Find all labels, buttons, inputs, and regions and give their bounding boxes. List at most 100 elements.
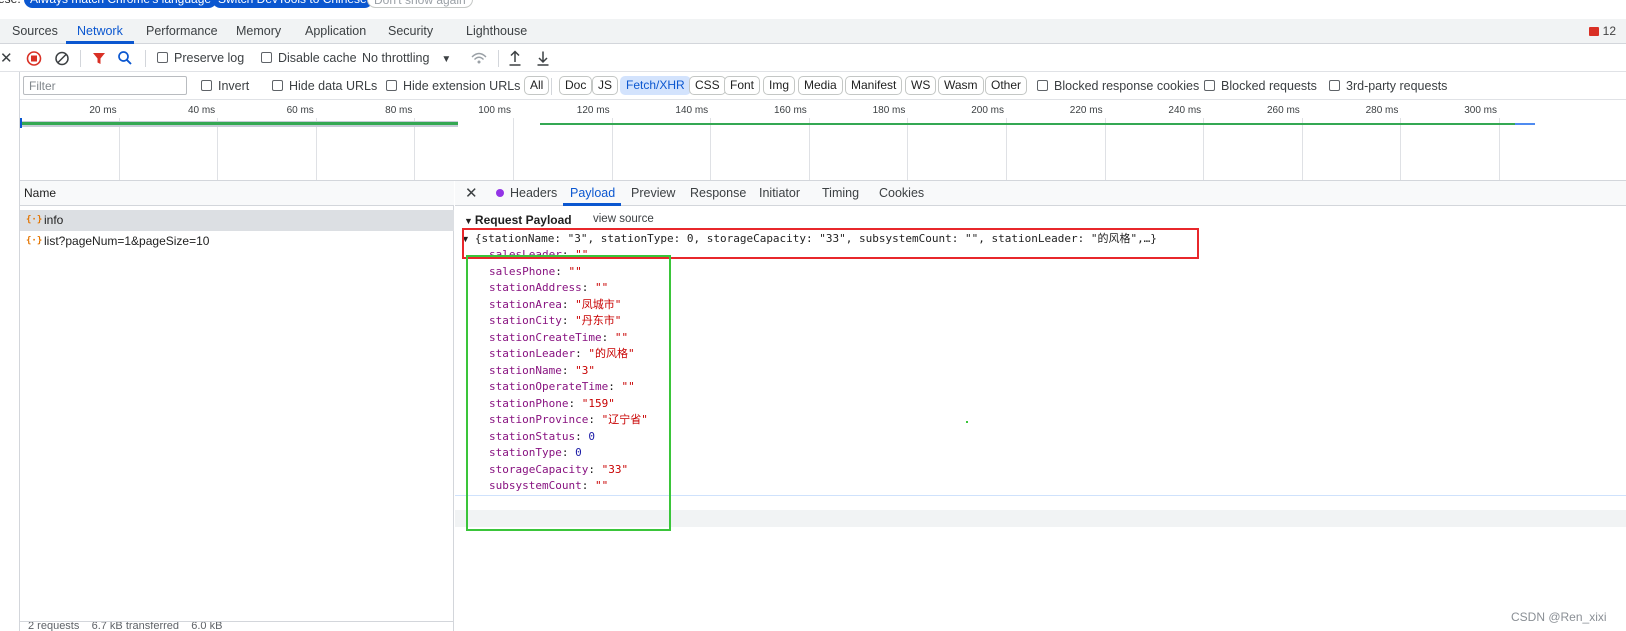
search-icon[interactable] <box>117 45 133 72</box>
timeline-gridline <box>1104 118 1106 180</box>
third-party-requests-label: 3rd-party requests <box>1346 79 1448 93</box>
tab-security[interactable]: Security <box>388 19 433 44</box>
timeline-gridline <box>315 118 317 180</box>
main-tab-strip: Sources Network Performance Memory Appli… <box>0 19 1626 44</box>
timeline-gridline <box>907 118 909 180</box>
name-column-header[interactable]: Name <box>20 181 454 206</box>
request-payload-title[interactable]: ▼ Request Payload <box>464 213 572 227</box>
hide-extension-urls-checkbox[interactable]: Hide extension URLs <box>386 72 520 100</box>
blocked-response-cookies-checkbox[interactable]: Blocked response cookies <box>1037 72 1199 100</box>
timeline-start-marker <box>20 118 22 128</box>
timeline-tick-label: 60 ms <box>286 105 314 116</box>
tab-response[interactable]: Response <box>690 181 746 206</box>
banner-prefix: ese: <box>0 0 21 8</box>
switch-to-chinese-button[interactable]: Switch DevTools to Chinese <box>212 0 373 8</box>
tab-cookies[interactable]: Cookies <box>879 181 924 206</box>
timeline-tick-label: 20 ms <box>89 105 117 116</box>
invert-label: Invert <box>218 79 250 93</box>
tab-performance[interactable]: Performance <box>146 19 218 44</box>
request-row-info[interactable]: {·} info <box>20 210 454 231</box>
stray-green-dot <box>966 421 968 423</box>
hide-data-urls-checkbox[interactable]: Hide data URLs <box>272 72 377 100</box>
request-row-list[interactable]: {·} list?pageNum=1&pageSize=10 <box>20 231 454 252</box>
toolbar-divider <box>498 50 499 67</box>
hide-extension-urls-label: Hide extension URLs <box>403 79 521 93</box>
timeline-gridline <box>118 118 120 180</box>
left-gutter <box>0 72 20 631</box>
type-filter-img[interactable]: Img <box>763 76 796 95</box>
throttling-value: No throttling <box>362 51 430 65</box>
tab-memory[interactable]: Memory <box>236 19 281 44</box>
type-filter-doc[interactable]: Doc <box>559 76 593 95</box>
type-filter-ws[interactable]: WS <box>905 76 937 95</box>
disable-cache-label: Disable cache <box>278 51 357 65</box>
tab-sources[interactable]: Sources <box>12 19 58 44</box>
tab-application[interactable]: Application <box>305 19 366 44</box>
preserve-log-label: Preserve log <box>174 51 245 65</box>
type-filter-other[interactable]: Other <box>985 76 1028 95</box>
import-har-icon[interactable] <box>508 45 522 72</box>
timeline-gridline <box>710 118 712 180</box>
throttling-select[interactable]: No throttling ▼ <box>362 45 451 72</box>
third-party-requests-checkbox[interactable]: 3rd-party requests <box>1329 72 1447 100</box>
clear-icon[interactable] <box>54 45 70 72</box>
timeline-gridline <box>1006 118 1007 180</box>
network-toolbar: ✕ Preserve log Disable cache No throttli… <box>0 45 1626 72</box>
record-stop-icon[interactable] <box>26 45 42 72</box>
timeline-tick-label: 160 ms <box>774 105 807 116</box>
export-har-icon[interactable] <box>536 45 550 72</box>
network-status-bar: 2 requests 6.7 kB transferred 6.0 kB <box>20 621 454 631</box>
network-summary-text: 2 requests 6.7 kB transferred 6.0 kB <box>28 621 223 631</box>
tab-initiator[interactable]: Initiator <box>759 181 800 206</box>
timeline-tick-label: 40 ms <box>187 105 216 116</box>
type-filter-all[interactable]: All <box>524 76 550 95</box>
request-name: info <box>44 213 64 227</box>
network-overview-timeline[interactable]: 20 ms 40 ms 60 ms 80 ms 100 ms 120 ms 140 ms 16… <box>20 100 1626 181</box>
filter-funnel-icon[interactable] <box>92 45 106 72</box>
timeline-gridline <box>414 118 416 180</box>
type-filter-js[interactable]: JS <box>592 76 619 95</box>
blocked-requests-checkbox[interactable]: Blocked requests <box>1204 72 1317 100</box>
filter-divider <box>551 78 552 95</box>
issues-count: 12 <box>1602 24 1616 38</box>
type-filter-css[interactable]: CSS <box>689 76 726 95</box>
type-filter-wasm[interactable]: Wasm <box>938 76 984 95</box>
active-detail-tab-indicator <box>563 203 621 206</box>
view-source-link[interactable]: view source <box>593 213 654 225</box>
timeline-tick-label: 80 ms <box>385 105 413 116</box>
watermark: CSDN @Ren_xixi <box>1511 610 1607 624</box>
dont-show-again-button[interactable]: Don't show again <box>367 0 473 8</box>
timeline-end-marker <box>1515 123 1535 125</box>
tab-timing[interactable]: Timing <box>822 181 859 206</box>
timeline-gridline <box>1301 118 1303 180</box>
filter-input[interactable] <box>23 76 187 95</box>
timeline-tick-label: 140 ms <box>675 105 709 116</box>
tab-preview[interactable]: Preview <box>631 181 675 206</box>
timeline-gridline <box>217 118 219 180</box>
toolbar-divider <box>145 50 146 67</box>
timeline-tick-label: 280 ms <box>1365 105 1399 116</box>
type-filter-fetch-xhr[interactable]: Fetch/XHR <box>620 76 691 95</box>
xhr-icon: {·} <box>26 215 43 225</box>
close-drawer-icon[interactable]: ✕ <box>0 45 13 72</box>
toolbar-divider <box>80 50 81 67</box>
network-conditions-icon[interactable] <box>470 45 488 72</box>
timeline-tick-label: 180 ms <box>872 105 906 116</box>
close-detail-icon[interactable]: ✕ <box>465 181 478 206</box>
issues-counter[interactable]: 12 <box>1588 19 1616 44</box>
preserve-log-checkbox[interactable]: Preserve log <box>157 45 244 72</box>
type-filter-manifest[interactable]: Manifest <box>845 76 903 95</box>
type-filter-font[interactable]: Font <box>724 76 761 95</box>
headers-status-dot-icon <box>496 189 504 197</box>
tab-headers[interactable]: Headers <box>496 181 557 206</box>
match-language-button[interactable]: Always match Chrome's language <box>24 0 218 8</box>
tab-lighthouse[interactable]: Lighthouse <box>466 19 527 44</box>
invert-checkbox[interactable]: Invert <box>201 72 249 100</box>
disable-cache-checkbox[interactable]: Disable cache <box>261 45 357 72</box>
request-name: list?pageNum=1&pageSize=10 <box>44 234 210 248</box>
type-filter-media[interactable]: Media <box>798 76 843 95</box>
dropdown-arrow-icon: ▼ <box>441 54 452 65</box>
timeline-gridline <box>611 118 613 180</box>
language-banner: ese: Always match Chrome's language Swit… <box>0 0 1626 10</box>
timeline-gridline <box>1499 118 1500 180</box>
